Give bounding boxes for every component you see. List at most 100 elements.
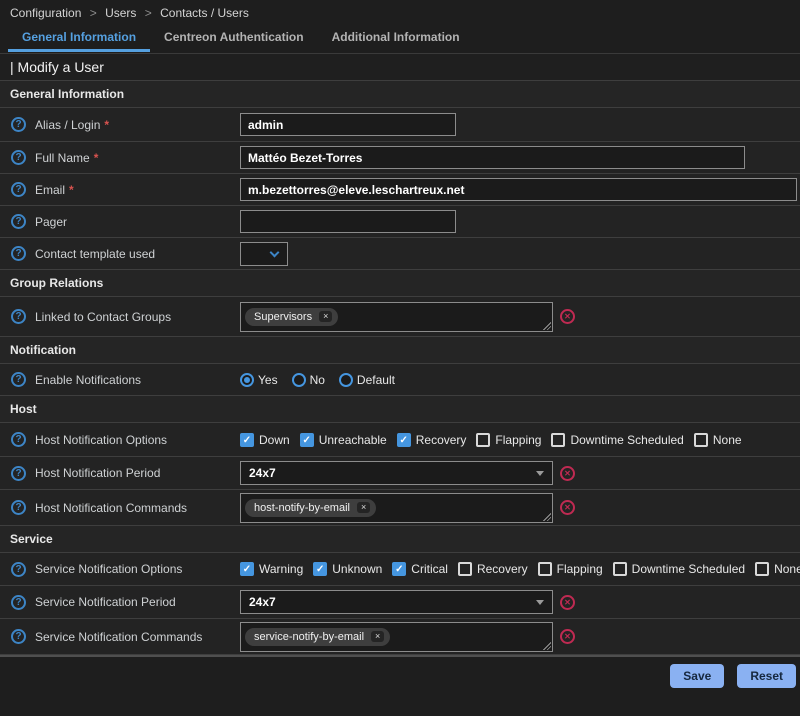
help-icon[interactable] — [11, 150, 26, 165]
chip-remove-icon[interactable]: × — [319, 311, 332, 322]
contact-template-select[interactable] — [240, 242, 288, 266]
field-label-alias: Alias / Login — [35, 118, 100, 132]
section-group-relations: Group Relations — [0, 270, 800, 297]
resize-handle[interactable] — [542, 321, 551, 330]
help-icon[interactable] — [11, 432, 26, 447]
checkbox-option-warning[interactable]: Warning — [240, 562, 303, 576]
checkbox-label: Downtime Scheduled — [570, 433, 683, 447]
service-period-value: 24x7 — [241, 595, 276, 609]
checkbox-label: Recovery — [416, 433, 467, 447]
radio-label: Yes — [258, 373, 278, 387]
radio-label: No — [310, 373, 325, 387]
radio-option-no[interactable]: No — [292, 373, 325, 387]
checkbox-option-critical[interactable]: Critical — [392, 562, 448, 576]
help-icon[interactable] — [11, 629, 26, 644]
checkbox-unknown-icon — [313, 562, 327, 576]
breadcrumb: Configuration > Users > Contacts / Users — [0, 0, 800, 24]
section-service: Service — [0, 526, 800, 553]
field-row-email: Email * — [0, 174, 800, 206]
field-label-service-commands: Service Notification Commands — [35, 630, 202, 644]
page-title: | Modify a User — [0, 53, 800, 81]
checkbox-option-recovery[interactable]: Recovery — [458, 562, 528, 576]
field-row-pager: Pager — [0, 206, 800, 238]
contact-groups-multiselect[interactable]: Supervisors × — [240, 302, 553, 332]
field-row-contact-groups: Linked to Contact Groups Supervisors × — [0, 297, 800, 337]
checkbox-option-none[interactable]: None — [694, 433, 742, 447]
reset-button[interactable]: Reset — [737, 664, 796, 688]
breadcrumb-configuration[interactable]: Configuration — [10, 6, 81, 20]
breadcrumb-users[interactable]: Users — [105, 6, 136, 20]
field-label-host-commands: Host Notification Commands — [35, 501, 187, 515]
checkbox-recovery-icon — [458, 562, 472, 576]
checkbox-option-downtime-scheduled[interactable]: Downtime Scheduled — [551, 433, 683, 447]
help-icon[interactable] — [11, 246, 26, 261]
radio-option-yes[interactable]: Yes — [240, 373, 278, 387]
service-options-checkbox-group: Warning Unknown Critical Recovery Flappi… — [240, 562, 800, 576]
radio-label: Default — [357, 373, 395, 387]
tab-additional-information[interactable]: Additional Information — [318, 24, 474, 49]
help-icon[interactable] — [11, 372, 26, 387]
checkbox-label: None — [774, 562, 800, 576]
radio-option-default[interactable]: Default — [339, 373, 395, 387]
field-row-service-period: Service Notification Period 24x7 — [0, 586, 800, 619]
checkbox-label: None — [713, 433, 742, 447]
field-label-fullname: Full Name — [35, 151, 90, 165]
email-input[interactable] — [240, 178, 797, 201]
host-notification-period-select[interactable]: 24x7 — [240, 461, 553, 485]
required-marker: * — [94, 151, 99, 165]
clear-field-icon[interactable] — [560, 629, 575, 644]
checkbox-option-flapping[interactable]: Flapping — [538, 562, 603, 576]
checkbox-option-down[interactable]: Down — [240, 433, 290, 447]
clear-field-icon[interactable] — [560, 309, 575, 324]
help-icon[interactable] — [11, 595, 26, 610]
help-icon[interactable] — [11, 309, 26, 324]
help-icon[interactable] — [11, 117, 26, 132]
help-icon[interactable] — [11, 500, 26, 515]
clear-field-icon[interactable] — [560, 466, 575, 481]
contact-edit-page: Configuration > Users > Contacts / Users… — [0, 0, 800, 716]
checkbox-unreachable-icon — [300, 433, 314, 447]
checkbox-option-none[interactable]: None — [755, 562, 800, 576]
field-row-service-options: Service Notification Options Warning Unk… — [0, 553, 800, 586]
service-commands-multiselect[interactable]: service-notify-by-email × — [240, 622, 553, 652]
host-commands-multiselect[interactable]: host-notify-by-email × — [240, 493, 553, 523]
clear-field-icon[interactable] — [560, 595, 575, 610]
field-label-email: Email — [35, 183, 65, 197]
resize-handle[interactable] — [542, 512, 551, 521]
checkbox-option-downtime-scheduled[interactable]: Downtime Scheduled — [613, 562, 745, 576]
pager-input[interactable] — [240, 210, 456, 233]
chip-label: Supervisors — [254, 311, 312, 323]
form-footer: Save Reset — [0, 655, 800, 716]
checkbox-option-flapping[interactable]: Flapping — [476, 433, 541, 447]
help-icon[interactable] — [11, 214, 26, 229]
save-button[interactable]: Save — [670, 664, 724, 688]
tab-general-information[interactable]: General Information — [8, 24, 150, 52]
checkbox-none-icon — [694, 433, 708, 447]
help-icon[interactable] — [11, 562, 26, 577]
help-icon[interactable] — [11, 182, 26, 197]
field-row-fullname: Full Name * — [0, 142, 800, 174]
chip-service-notify-by-email: service-notify-by-email × — [245, 628, 390, 646]
checkbox-option-unknown[interactable]: Unknown — [313, 562, 382, 576]
checkbox-option-unreachable[interactable]: Unreachable — [300, 433, 387, 447]
help-icon[interactable] — [11, 466, 26, 481]
clear-field-icon[interactable] — [560, 500, 575, 515]
section-notification: Notification — [0, 337, 800, 364]
tab-centreon-authentication[interactable]: Centreon Authentication — [150, 24, 318, 49]
full-name-input[interactable] — [240, 146, 745, 169]
service-notification-period-select[interactable]: 24x7 — [240, 590, 553, 614]
resize-handle[interactable] — [542, 641, 551, 650]
checkbox-label: Unreachable — [319, 433, 387, 447]
field-label-contact-groups: Linked to Contact Groups — [35, 310, 171, 324]
chip-remove-icon[interactable]: × — [357, 502, 370, 513]
chip-remove-icon[interactable]: × — [371, 631, 384, 642]
tab-bar: General Information Centreon Authenticat… — [0, 24, 800, 53]
checkbox-option-recovery[interactable]: Recovery — [397, 433, 467, 447]
alias-login-input[interactable] — [240, 113, 456, 136]
field-label-service-options: Service Notification Options — [35, 562, 182, 576]
checkbox-warning-icon — [240, 562, 254, 576]
checkbox-flapping-icon — [476, 433, 490, 447]
checkbox-downtime-scheduled-icon — [551, 433, 565, 447]
field-label-host-period: Host Notification Period — [35, 466, 160, 480]
breadcrumb-contacts-users[interactable]: Contacts / Users — [160, 6, 249, 20]
